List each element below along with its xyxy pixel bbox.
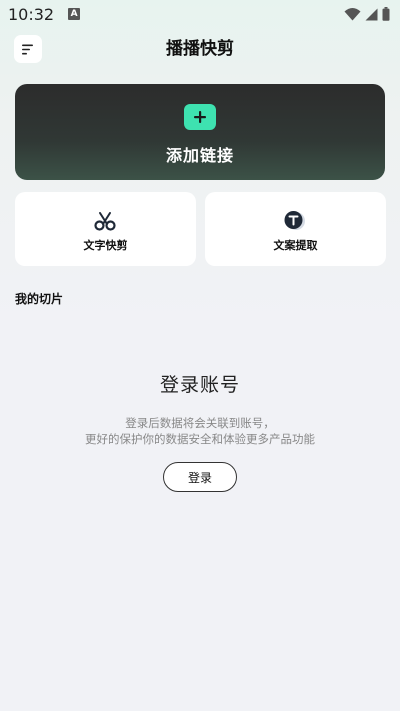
menu-button[interactable] — [14, 35, 42, 63]
text-quick-cut-card[interactable]: 文字快剪 — [15, 192, 196, 266]
add-link-card[interactable]: 添加链接 — [15, 84, 385, 180]
text-quick-cut-label: 文字快剪 — [83, 239, 128, 252]
text-extract-icon — [283, 210, 307, 232]
scissors-icon — [93, 210, 117, 232]
plus-icon — [184, 104, 216, 130]
login-prompt: 登录账号 登录后数据将会关联到账号， 更好的保护你的数据安全和体验更多产品功能 … — [0, 370, 400, 492]
copy-extract-label: 文案提取 — [273, 239, 318, 252]
add-link-label: 添加链接 — [165, 146, 234, 165]
battery-icon — [382, 7, 390, 21]
status-bar: 10:32 A — [0, 0, 400, 28]
login-title: 登录账号 — [159, 374, 240, 396]
login-description: 登录后数据将会关联到账号， 更好的保护你的数据安全和体验更多产品功能 — [0, 415, 400, 447]
my-clips-title: 我的切片 — [15, 292, 64, 306]
wifi-icon — [344, 8, 361, 21]
notification-icon: A — [68, 8, 81, 20]
top-bar: 播播快剪 — [0, 34, 400, 66]
signal-icon — [365, 8, 378, 20]
copy-extract-card[interactable]: 文案提取 — [205, 192, 386, 266]
login-desc-line2: 更好的保护你的数据安全和体验更多产品功能 — [85, 432, 315, 446]
login-desc-line1: 登录后数据将会关联到账号， — [125, 416, 275, 430]
menu-icon — [22, 44, 33, 54]
status-time: 10:32 — [8, 4, 55, 24]
page-title: 播播快剪 — [166, 39, 234, 59]
login-button[interactable]: 登录 — [163, 462, 237, 492]
